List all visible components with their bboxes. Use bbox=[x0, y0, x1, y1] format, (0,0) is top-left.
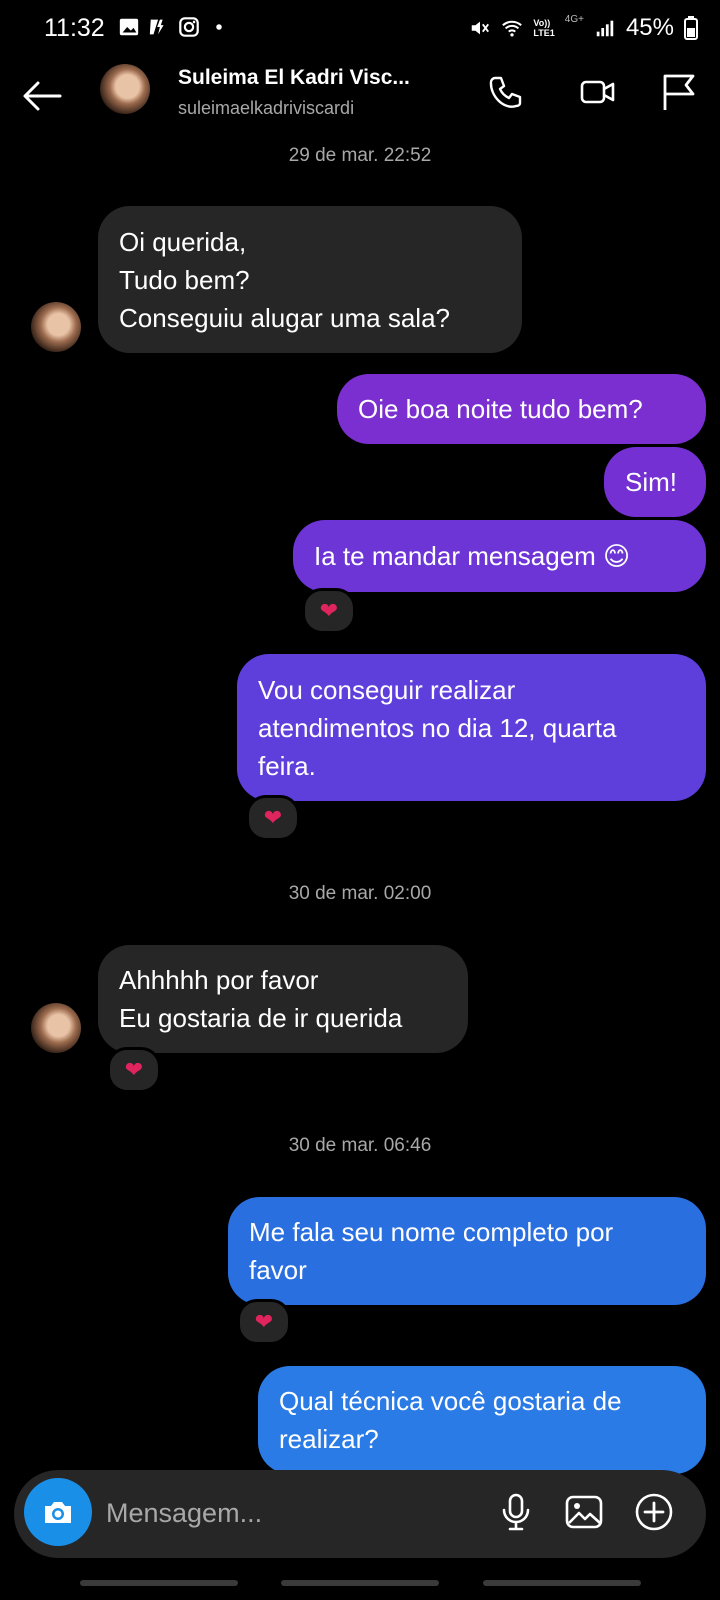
nav-back[interactable] bbox=[483, 1580, 641, 1586]
network-label: Vo)) LTE1 bbox=[533, 18, 555, 38]
status-time: 11:32 bbox=[44, 14, 105, 42]
add-icon[interactable] bbox=[634, 1492, 674, 1532]
mute-icon bbox=[472, 21, 490, 35]
message-line: Conseguiu alugar uma sala? bbox=[119, 302, 450, 333]
nav-home[interactable] bbox=[281, 1580, 439, 1586]
message-line: Tudo bem? bbox=[119, 264, 250, 295]
message-input[interactable]: Mensagem... bbox=[106, 1498, 262, 1529]
camera-icon bbox=[45, 1502, 71, 1523]
message-line: Sim! bbox=[625, 467, 677, 497]
message-bubble-outgoing[interactable]: Sim! bbox=[604, 447, 706, 517]
message-bubble-outgoing[interactable]: Vou conseguir realizar atendimentos no d… bbox=[237, 654, 706, 801]
message-line: realizar? bbox=[279, 1424, 379, 1454]
dot-icon bbox=[216, 24, 222, 30]
contact-username[interactable]: suleimaelkadriviscardi bbox=[178, 98, 354, 119]
battery-icon bbox=[684, 16, 698, 40]
message-bubble-incoming[interactable]: Oi querida, Tudo bem? Conseguiu alugar u… bbox=[98, 206, 522, 353]
phone-icon[interactable] bbox=[486, 72, 526, 112]
message-line: Ia te mandar mensagem 😊 bbox=[314, 541, 631, 571]
reaction-heart-icon[interactable]: ❤ bbox=[302, 588, 356, 634]
message-bubble-outgoing[interactable]: Oie boa noite tudo bem? bbox=[337, 374, 706, 444]
message-line: Oi querida, bbox=[119, 226, 247, 257]
reaction-heart-icon[interactable]: ❤ bbox=[107, 1047, 161, 1093]
network-gen: 4G+ bbox=[564, 14, 584, 25]
timestamp: 29 de mar. 22:52 bbox=[288, 145, 432, 166]
video-icon[interactable] bbox=[578, 72, 618, 112]
nav-recents[interactable] bbox=[80, 1580, 238, 1586]
flag-icon[interactable] bbox=[658, 72, 698, 112]
message-bubble-outgoing[interactable]: Qual técnica você gostaria de realizar? bbox=[258, 1366, 706, 1474]
message-bubble-incoming[interactable]: Ahhhhh por favor Eu gostaria de ir queri… bbox=[98, 945, 468, 1053]
message-line: atendimentos no dia 12, quarta bbox=[258, 712, 617, 743]
instagram-icon bbox=[179, 17, 199, 37]
timestamp: 30 de mar. 02:00 bbox=[288, 883, 432, 904]
message-line: Ahhhhh por favor bbox=[119, 965, 319, 995]
message-line: favor bbox=[249, 1255, 307, 1285]
wifi-icon bbox=[502, 20, 523, 37]
reaction-heart-icon[interactable]: ❤ bbox=[246, 795, 300, 841]
message-line: Me fala seu nome completo por bbox=[249, 1217, 614, 1247]
app-icon bbox=[149, 19, 164, 35]
sender-avatar[interactable] bbox=[31, 302, 81, 352]
sender-avatar[interactable] bbox=[31, 1003, 81, 1053]
timestamp: 30 de mar. 06:46 bbox=[288, 1135, 432, 1156]
microphone-icon[interactable] bbox=[496, 1492, 536, 1532]
battery-percent: 45% bbox=[625, 14, 674, 41]
reaction-heart-icon[interactable]: ❤ bbox=[237, 1299, 291, 1345]
image-icon[interactable] bbox=[564, 1492, 604, 1532]
message-line: Oie boa noite tudo bem? bbox=[358, 394, 643, 424]
message-bubble-outgoing[interactable]: Ia te mandar mensagem 😊 bbox=[293, 520, 706, 592]
signal-icon bbox=[596, 20, 614, 37]
message-line: Eu gostaria de ir querida bbox=[119, 1003, 403, 1033]
avatar[interactable] bbox=[100, 64, 150, 114]
message-bubble-outgoing[interactable]: Me fala seu nome completo por favor bbox=[228, 1197, 706, 1305]
status-notification-icons bbox=[118, 16, 230, 38]
camera-button[interactable] bbox=[24, 1478, 92, 1546]
contact-name[interactable]: Suleima El Kadri Visc... bbox=[178, 66, 410, 90]
status-right: Vo)) LTE1 4G+ 45% bbox=[469, 14, 698, 42]
message-line: feira. bbox=[258, 750, 316, 781]
message-line: Vou conseguir realizar bbox=[258, 674, 516, 705]
message-line: Qual técnica você gostaria de bbox=[279, 1386, 622, 1416]
back-arrow-icon[interactable] bbox=[20, 74, 64, 118]
gallery-icon bbox=[119, 18, 139, 36]
